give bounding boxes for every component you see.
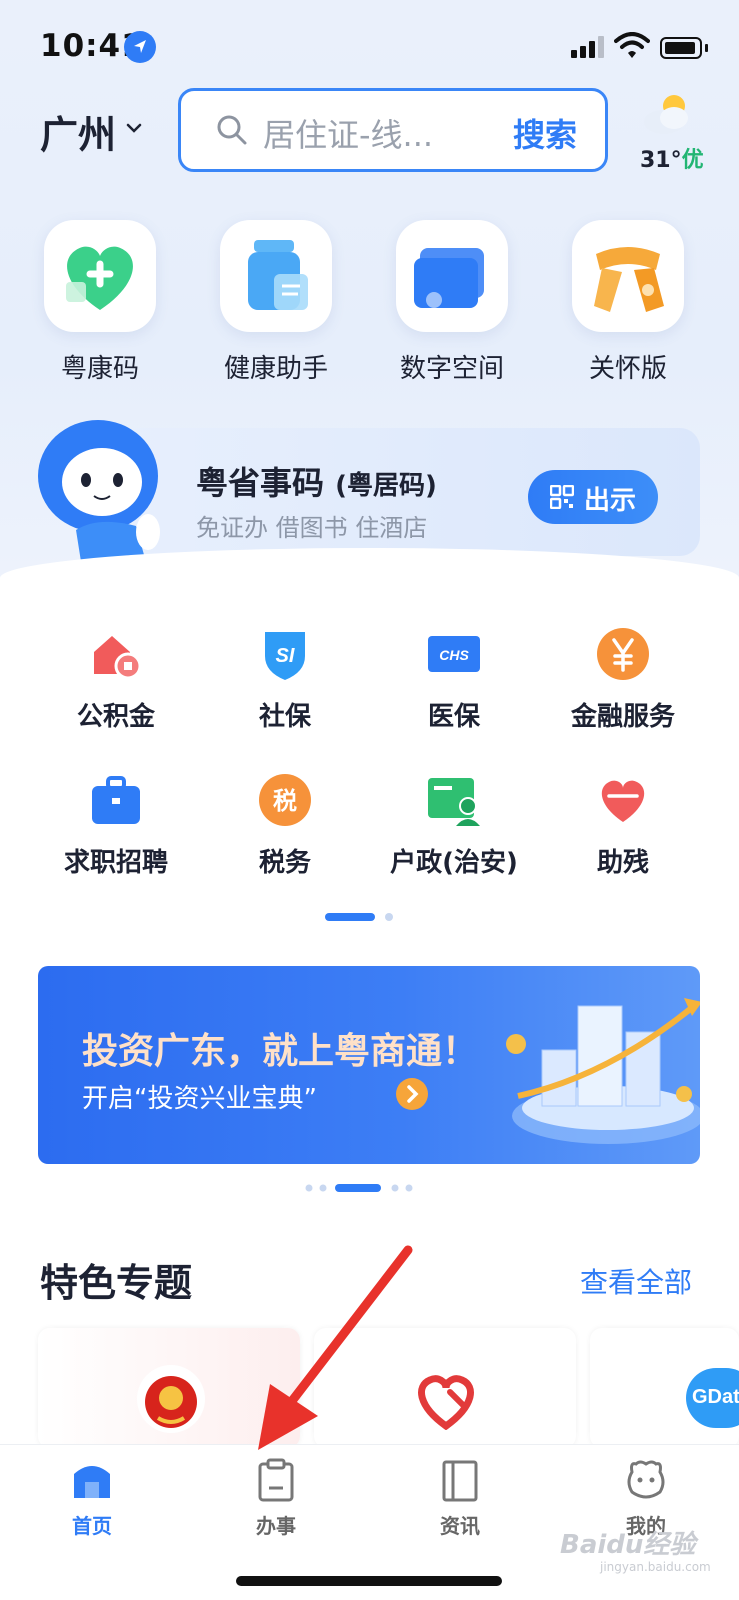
tab-label: 资讯: [440, 1514, 480, 1538]
national-emblem-icon: [137, 1365, 205, 1433]
promo-banner[interactable]: 投资广东，就上粤商通！ 开启“投资兴业宝典”: [38, 966, 700, 1164]
service-label: 金融服务: [570, 702, 675, 732]
service-tax[interactable]: 税 税务: [205, 772, 365, 879]
featured-card-gdata[interactable]: GDat: [590, 1328, 739, 1448]
featured-card-charity[interactable]: [314, 1328, 576, 1448]
banner-subtitle: 开启“投资兴业宝典”: [82, 1084, 317, 1114]
scarf-icon: [572, 220, 684, 332]
svg-text:CHS: CHS: [439, 647, 469, 663]
tab-label: 首页: [72, 1514, 112, 1538]
service-label: 求职招聘: [63, 848, 168, 878]
wallet-icon: [396, 220, 508, 332]
svg-text:SI: SI: [276, 645, 295, 667]
service-financial[interactable]: 金融服务: [543, 626, 703, 733]
banner-title: 投资广东，就上粤商通！: [82, 1031, 479, 1072]
city-buildings-illustration: [506, 998, 700, 1144]
qr-code-icon: [550, 485, 574, 509]
search-input[interactable]: 居住证-线...: [263, 110, 433, 156]
quick-action-health-assistant[interactable]: 健康助手: [220, 220, 332, 385]
air-quality-label: 优: [681, 148, 704, 173]
green-heart-icon: [44, 220, 156, 332]
partly-cloudy-icon[interactable]: [640, 92, 696, 138]
service-social-security[interactable]: SI 社保: [205, 626, 365, 733]
search-button[interactable]: 搜索: [513, 110, 577, 156]
housing-fund-icon: [88, 626, 144, 682]
service-label: 公积金: [76, 702, 155, 732]
quick-action-digital-space[interactable]: 数字空间: [396, 220, 508, 385]
show-code-button[interactable]: 出示: [528, 470, 658, 524]
quick-action-label: 关怀版: [588, 354, 667, 384]
tax-icon: 税: [257, 772, 313, 828]
briefcase-icon: [88, 772, 144, 828]
clipboard-icon: [254, 1458, 298, 1502]
mascot-face-icon: [624, 1458, 668, 1502]
weather-readout[interactable]: 31°优: [640, 142, 704, 174]
service-label: 助残: [596, 848, 649, 878]
service-label: 医保: [427, 702, 480, 732]
yuan-icon: [595, 626, 651, 682]
quick-action-care-edition[interactable]: 关怀版: [572, 220, 684, 385]
chevron-down-icon[interactable]: [124, 118, 144, 138]
show-code-label: 出示: [584, 486, 637, 516]
quick-action-label: 健康助手: [223, 354, 328, 384]
home-indicator[interactable]: [236, 1576, 502, 1586]
household-icon: [426, 772, 482, 828]
featured-section-title: 特色专题: [40, 1261, 193, 1305]
service-disability-aid[interactable]: 助残: [543, 772, 703, 879]
social-security-icon: SI: [257, 626, 313, 682]
cellular-signal-icon: [571, 36, 605, 58]
location-arrow-icon: [124, 31, 156, 63]
quick-action-label: 粤康码: [60, 354, 139, 384]
helping-heart-icon: [418, 1375, 474, 1430]
quick-action-yuekangma[interactable]: 粤康码: [44, 220, 156, 385]
search-icon: [217, 115, 247, 145]
tab-home[interactable]: 首页: [42, 1458, 142, 1539]
service-job-recruitment[interactable]: 求职招聘: [36, 772, 196, 879]
view-all-link[interactable]: 查看全部: [580, 1261, 692, 1301]
baidu-watermark: Baidu经验: [560, 1530, 696, 1560]
service-medical-insurance[interactable]: CHS 医保: [374, 626, 534, 733]
wifi-icon: [614, 32, 650, 60]
code-card-title-suffix: (粤居码): [335, 471, 437, 501]
service-label: 社保: [258, 702, 311, 732]
mascot-illustration: [38, 420, 160, 568]
book-icon: [438, 1458, 482, 1502]
quick-action-label: 数字空间: [399, 354, 504, 384]
gdata-cloud-logo: GDat: [686, 1368, 739, 1428]
baidu-watermark-url: jingyan.baidu.com: [600, 1560, 711, 1574]
chevron-right-icon: [396, 1078, 428, 1110]
service-label: 户政(治安): [390, 848, 518, 878]
heart-icon: [595, 772, 651, 828]
svg-text:税: 税: [273, 787, 297, 815]
tab-label: 办事: [256, 1514, 296, 1538]
search-bar[interactable]: 居住证-线... 搜索: [178, 88, 608, 172]
home-icon: [70, 1458, 114, 1502]
code-card-title-text: 粤省事码: [196, 464, 325, 502]
code-card-title: 粤省事码 (粤居码): [196, 458, 437, 504]
battery-tip: [705, 44, 708, 52]
city-selector[interactable]: 广州: [40, 104, 116, 159]
banner-page-indicator: [305, 1184, 413, 1192]
service-page-indicator: [325, 913, 393, 921]
weather-temperature: 31°: [640, 148, 682, 173]
service-housing-fund[interactable]: 公积金: [36, 626, 196, 733]
featured-card-party[interactable]: [38, 1328, 300, 1448]
service-household-registration[interactable]: 户政(治安): [374, 772, 534, 879]
bottle-icon: [220, 220, 332, 332]
status-bar: 10:41: [0, 0, 739, 92]
medical-insurance-icon: CHS: [426, 626, 482, 682]
battery-icon: [660, 37, 702, 59]
service-label: 税务: [258, 848, 311, 878]
code-card-subtitle: 免证办 借图书 住酒店: [196, 514, 428, 542]
tab-services[interactable]: 办事: [226, 1458, 326, 1539]
tab-news[interactable]: 资讯: [410, 1458, 510, 1539]
